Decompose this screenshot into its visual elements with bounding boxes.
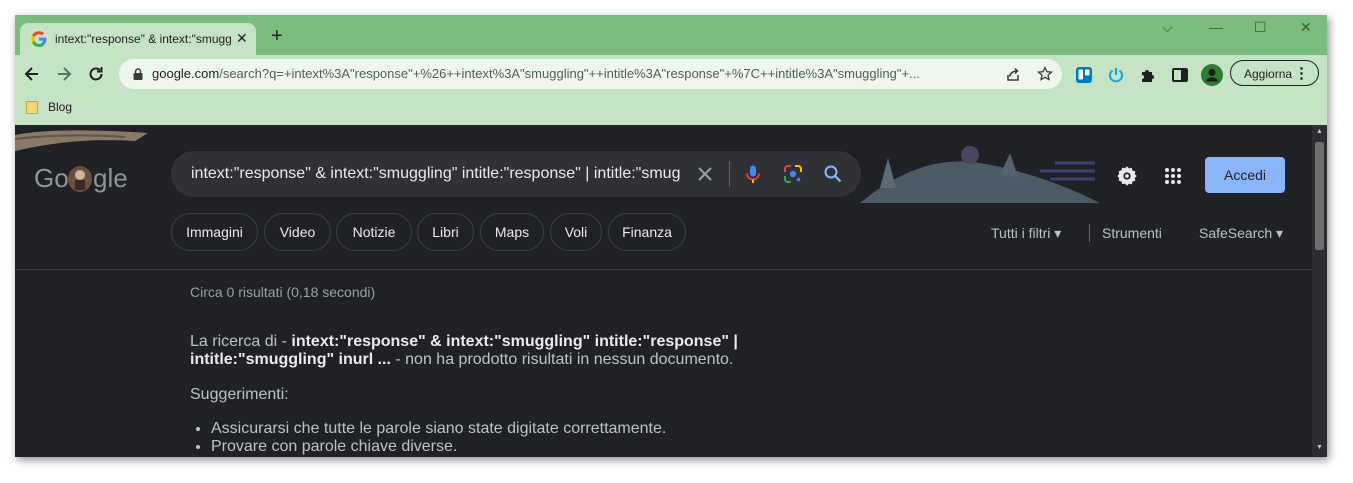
minimize-icon[interactable]: — — [1209, 19, 1223, 35]
list-item: Provare con parole chiave diverse. — [211, 438, 666, 456]
sign-in-button[interactable]: Accedi — [1205, 157, 1285, 193]
bookmarks-bar: Blog — [15, 93, 1327, 125]
no-results-message: La ricerca di - intext:"response" & inte… — [190, 333, 770, 369]
header-divider — [15, 269, 1312, 270]
reload-icon[interactable] — [86, 64, 106, 84]
address-bar[interactable]: google.com/search?q=+intext%3A"response"… — [119, 59, 1062, 89]
page-scrollbar[interactable]: ▲ ▼ — [1312, 125, 1327, 457]
search-icon[interactable] — [823, 164, 843, 184]
google-favicon-icon — [31, 31, 47, 47]
tab-libri[interactable]: Libri — [417, 213, 474, 251]
no-results-prefix: La ricerca di - — [190, 333, 292, 350]
more-menu-icon[interactable]: ⋮ — [1294, 64, 1309, 82]
tab-immagini[interactable]: Immagini — [171, 213, 258, 251]
tab-finanza[interactable]: Finanza — [608, 213, 686, 251]
doodle-hill-decoration — [860, 146, 1100, 203]
tab-strip: intext:"response" & intext:"smuggling" ✕… — [15, 15, 1327, 55]
tab-notizie[interactable]: Notizie — [336, 213, 412, 251]
tab-maps[interactable]: Maps — [480, 213, 544, 251]
svg-text:gle: gle — [93, 163, 128, 193]
profile-avatar-icon[interactable] — [1201, 64, 1223, 86]
search-box[interactable]: intext:"response" & intext:"smuggling" i… — [171, 151, 861, 197]
new-tab-button[interactable]: + — [271, 26, 283, 46]
bookmark-star-icon[interactable] — [1037, 66, 1053, 82]
share-icon[interactable] — [1005, 66, 1021, 82]
all-filters-dropdown[interactable]: Tutti i filtri ▾ — [991, 225, 1061, 242]
voice-search-icon[interactable] — [743, 164, 763, 184]
tab-voli[interactable]: Voli — [550, 213, 602, 251]
filters-divider — [1089, 224, 1090, 242]
list-item: Assicurarsi che tutte le parole siano st… — [211, 420, 666, 438]
tools-button[interactable]: Strumenti — [1102, 225, 1162, 241]
folder-icon — [26, 101, 38, 114]
close-window-icon[interactable]: ✕ — [1300, 19, 1312, 36]
result-stats: Circa 0 risultati (0,18 secondi) — [190, 284, 376, 300]
tab-title: intext:"response" & intext:"smuggling" — [55, 32, 231, 46]
suggestions-title: Suggerimenti: — [190, 386, 289, 403]
scrollbar-thumb[interactable] — [1315, 142, 1324, 250]
browser-toolbar: google.com/search?q=+intext%3A"response"… — [15, 55, 1327, 93]
tab-active[interactable]: intext:"response" & intext:"smuggling" ✕ — [20, 23, 256, 55]
google-lens-icon[interactable] — [783, 164, 803, 184]
power-extension-icon[interactable] — [1107, 66, 1125, 84]
side-panel-icon[interactable] — [1171, 66, 1189, 84]
suggestions-list: Assicurarsi che tutte le parole siano st… — [190, 420, 666, 456]
clear-search-icon[interactable] — [695, 164, 715, 184]
settings-gear-icon[interactable] — [1116, 165, 1138, 187]
tab-search-icon[interactable]: ⌵ — [1162, 19, 1173, 36]
bookmark-blog[interactable]: Blog — [48, 100, 72, 114]
scroll-up-arrow-icon[interactable]: ▲ — [1316, 128, 1323, 135]
tab-close-icon[interactable]: ✕ — [236, 30, 248, 47]
url-path: /search?q=+intext%3A"response"+%26++inte… — [219, 66, 920, 81]
google-results-page: Go gle intext:"response" & intext:"smugg… — [15, 125, 1312, 457]
trello-extension-icon[interactable] — [1075, 66, 1093, 84]
svg-text:Go: Go — [34, 163, 69, 193]
lock-icon[interactable] — [133, 68, 143, 80]
tab-video[interactable]: Video — [264, 213, 331, 251]
maximize-icon[interactable]: ☐ — [1254, 19, 1267, 36]
google-apps-grid-icon[interactable] — [1164, 167, 1182, 185]
back-icon[interactable] — [22, 64, 42, 84]
url-domain: google.com — [152, 66, 220, 81]
search-divider — [729, 161, 730, 187]
no-results-suffix: - non ha prodotto risultati in nessun do… — [390, 351, 734, 368]
browser-window: intext:"response" & intext:"smuggling" ✕… — [15, 15, 1327, 457]
update-button[interactable]: Aggiorna ⋮ — [1230, 60, 1319, 86]
safesearch-dropdown[interactable]: SafeSearch ▾ — [1199, 225, 1283, 242]
forward-icon[interactable] — [54, 64, 74, 84]
google-doodle-logo[interactable]: Go gle — [33, 157, 133, 197]
search-input[interactable]: intext:"response" & intext:"smuggling" i… — [191, 165, 681, 183]
update-label: Aggiorna — [1244, 67, 1293, 81]
extensions-puzzle-icon[interactable] — [1139, 66, 1157, 84]
url-text[interactable]: google.com/search?q=+intext%3A"response"… — [152, 66, 996, 81]
scroll-down-arrow-icon[interactable]: ▼ — [1316, 444, 1323, 451]
